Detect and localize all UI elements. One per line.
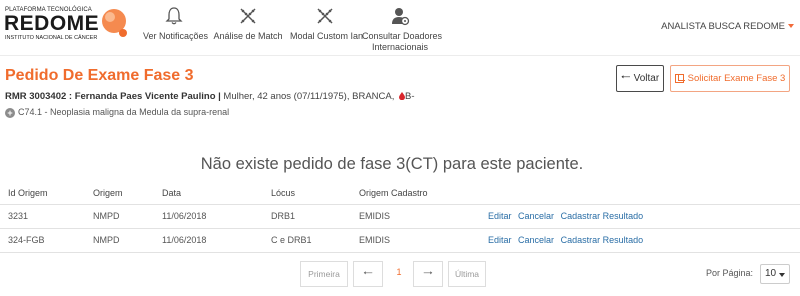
cell-origem: NMPD [93,235,120,245]
row-actions: Editar Cancelar Cadastrar Resultado [488,235,647,245]
bell-icon [165,7,183,25]
col-header[interactable]: Lócus [271,188,295,198]
pagination-last-button[interactable]: Última [448,261,486,287]
col-header[interactable]: Origem [93,188,123,198]
nav-analise-de-match[interactable]: Análise de Match [213,6,283,42]
nav-label: Análise de Match [213,31,283,41]
per-page-select[interactable]: 10 [760,264,790,284]
register-result-link[interactable]: Cadastrar Resultado [561,235,644,245]
top-navbar: PLATAFORMA TECNOLÓGICA REDOME INSTITUTO … [0,0,800,56]
cell-origem-cadastro: EMIDIS [359,211,391,221]
edit-link[interactable]: Editar [488,235,512,245]
nav-label: Consultar Doadores [362,31,443,41]
logo-institute-text: INSTITUTO NACIONAL DE CÂNCER [5,35,98,41]
nav-label: Ver Notificações [143,31,209,41]
page-title: Pedido De Exame Fase 3 [5,67,194,84]
dna-icon [240,8,256,24]
pagination-prev-button[interactable]: 🠀 [353,261,383,287]
user-name: ANALISTA BUSCA REDOME [661,21,785,32]
per-page-value: 10 [765,268,777,279]
pagination-current-page[interactable]: 1 [388,267,410,277]
cell-origem: NMPD [93,211,120,221]
cell-id-origem: 3231 [8,211,29,221]
edit-icon [674,74,684,83]
logo-name-text: REDOME [4,12,100,35]
user-menu[interactable]: ANALISTA BUSCA REDOME [661,21,794,32]
pagination-next-button[interactable]: 🠂 [413,261,443,287]
register-result-link[interactable]: Cadastrar Resultado [561,211,644,221]
row-actions: Editar Cancelar Cadastrar Resultado [488,211,647,221]
cell-locus: C e DRB1 [271,235,312,245]
cell-data: 11/06/2018 [162,211,207,221]
request-label: Solicitar Exame Fase 3 [687,73,786,84]
table-bottom-divider [0,252,800,253]
chevron-down-icon [788,24,794,29]
cancel-link[interactable]: Cancelar [518,235,554,245]
back-button[interactable]: 🠀 Voltar [616,65,664,92]
diagnosis-text: C74.1 - Neoplasia maligna da Medula da s… [18,107,230,117]
cell-origem-cadastro: EMIDIS [359,235,391,245]
arrow-left-icon: 🠀 [363,265,373,280]
col-header[interactable]: Id Origem [8,188,48,198]
cell-data: 11/06/2018 [162,235,207,245]
nav-modal-custom-ian[interactable]: Modal Custom Ian [290,6,364,42]
user-gear-icon [392,8,410,26]
patient-summary: RMR 3003402 : Fernanda Paes Vicente Paul… [5,91,415,102]
col-header[interactable]: Origem Cadastro [359,188,428,198]
edit-link[interactable]: Editar [488,211,512,221]
arrow-left-icon: 🠀 [620,70,631,84]
per-page-label: Por Página: [706,268,754,278]
patient-diagnosis: + C74.1 - Neoplasia maligna da Medula da … [5,107,229,118]
blood-type: B- [405,91,415,102]
table-header-row: Id Origem Origem Data Lócus Origem Cadas… [0,182,800,206]
cell-id-origem: 324-FGB [8,235,45,245]
chevron-down-icon [779,273,785,277]
pagination-first-button[interactable]: Primeira [300,261,348,287]
patient-rmr-name: RMR 3003402 : Fernanda Paes Vicente Paul… [5,91,221,102]
dna-icon [317,8,333,24]
request-exam-button[interactable]: Solicitar Exame Fase 3 [670,65,790,92]
nav-consultar-doadores[interactable]: Consultar Doadores Internacionais [362,6,443,53]
cell-locus: DRB1 [271,211,296,221]
nav-ver-notificacoes[interactable]: Ver Notificações [143,6,209,42]
nav-label-line2: Internacionais [371,42,429,52]
back-label: Voltar [633,73,660,84]
table-row: 324-FGB NMPD 11/06/2018 C e DRB1 EMIDIS … [0,228,800,252]
table-row: 3231 NMPD 11/06/2018 DRB1 EMIDIS Editar … [0,204,800,228]
empty-message: Não existe pedido de fase 3(CT) para est… [200,155,584,173]
logo-mark-icon [102,9,127,37]
nav-label: Modal Custom Ian [290,31,364,41]
cancel-link[interactable]: Cancelar [518,211,554,221]
plus-circle-icon[interactable]: + [5,108,15,118]
arrow-right-icon: 🠂 [423,265,433,280]
patient-info: Mulher, 42 anos (07/11/1975), BRANCA, [220,91,395,102]
col-header[interactable]: Data [162,188,181,198]
redome-logo[interactable]: PLATAFORMA TECNOLÓGICA REDOME INSTITUTO … [4,4,130,44]
